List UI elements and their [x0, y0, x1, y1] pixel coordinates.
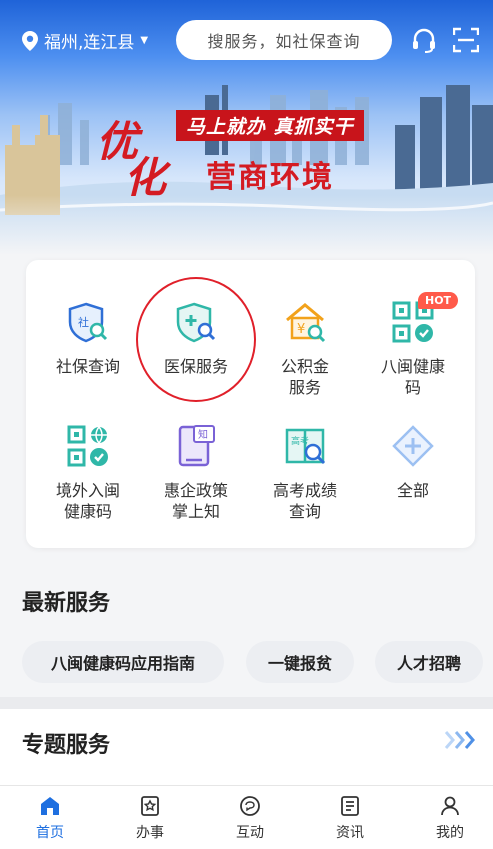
- housing-fund-icon: ¥: [286, 303, 326, 343]
- latest-chip-health-guide[interactable]: 八闽健康码应用指南: [22, 641, 224, 683]
- exam-score-icon: 高考: [285, 428, 326, 465]
- hot-badge: HOT: [418, 292, 459, 309]
- topic-services-title: 专题服务: [22, 733, 111, 758]
- news-icon: [341, 796, 359, 816]
- service-housing-fund[interactable]: ¥ 公积金 服务: [250, 300, 360, 398]
- social-security-shield-icon: 社: [68, 302, 108, 343]
- service-all[interactable]: 全部: [358, 424, 468, 501]
- latest-chip-poverty-report[interactable]: 一键报贫: [246, 641, 354, 683]
- section-divider: [0, 697, 493, 709]
- tab-profile[interactable]: 我的: [420, 794, 480, 842]
- top-bar: 福州,连江县 ▼ 搜服务，如社保查询: [0, 18, 493, 62]
- service-label: 高考成绩 查询: [272, 481, 337, 521]
- service-label: 公积金 服务: [280, 357, 329, 397]
- slogan-graphic: 优 化 马上就办 真抓实干 营商环境: [96, 108, 396, 202]
- service-enterprise-policy[interactable]: 知 惠企政策 掌上知: [141, 424, 251, 522]
- interact-icon: [240, 796, 260, 816]
- tab-tasks[interactable]: 办事: [120, 794, 180, 842]
- caret-down-icon: ▼: [140, 35, 149, 46]
- headset-icon[interactable]: [410, 26, 438, 54]
- service-overseas-health-code[interactable]: 境外入闽 健康码: [33, 424, 143, 522]
- more-arrows-icon[interactable]: [443, 727, 477, 753]
- tab-interact[interactable]: 互动: [220, 794, 280, 842]
- scan-icon[interactable]: [453, 27, 479, 53]
- slogan-char-2: 化: [124, 153, 167, 202]
- latest-chip-talent-recruitment[interactable]: 人才招聘: [375, 641, 483, 683]
- search-input[interactable]: 搜服务，如社保查询: [176, 20, 392, 60]
- svg-text:社: 社: [78, 315, 89, 329]
- home-icon: [41, 797, 59, 815]
- highlight-annotation-circle: [136, 277, 256, 402]
- service-label: 八闽健康 码: [380, 357, 445, 397]
- service-health-code[interactable]: 八闽健康 码: [358, 300, 468, 398]
- banner-fade: [0, 195, 493, 255]
- latest-services-title: 最新服务: [22, 591, 111, 616]
- slogan-main: 营商环境: [206, 160, 334, 195]
- profile-icon: [441, 796, 459, 816]
- service-label: 社保查询: [55, 357, 120, 376]
- location-selector[interactable]: 福州,连江县 ▼: [22, 28, 148, 53]
- all-services-icon: [392, 425, 434, 467]
- svg-text:知: 知: [198, 428, 208, 441]
- tasks-icon: [141, 796, 159, 816]
- tab-news[interactable]: 资讯: [320, 794, 380, 842]
- service-label: 境外入闽 健康码: [55, 481, 120, 521]
- location-pin-icon: [22, 30, 38, 51]
- bottom-tab-bar: 首页 办事 互动 资讯 我的: [0, 785, 493, 849]
- service-social-security[interactable]: 社 社保查询: [33, 300, 143, 377]
- policy-tablet-icon: 知: [178, 425, 215, 467]
- service-label: 惠企政策 掌上知: [163, 481, 228, 521]
- overseas-qr-icon: [67, 425, 108, 467]
- location-label: 福州,连江县: [44, 33, 135, 53]
- svg-text:¥: ¥: [297, 322, 305, 337]
- service-label: 全部: [396, 481, 429, 500]
- tab-home[interactable]: 首页: [20, 794, 80, 842]
- service-exam-score[interactable]: 高考 高考成绩 查询: [250, 424, 360, 522]
- svg-text:高考: 高考: [291, 435, 309, 447]
- slogan-tagline: 马上就办 真抓实干: [176, 110, 364, 141]
